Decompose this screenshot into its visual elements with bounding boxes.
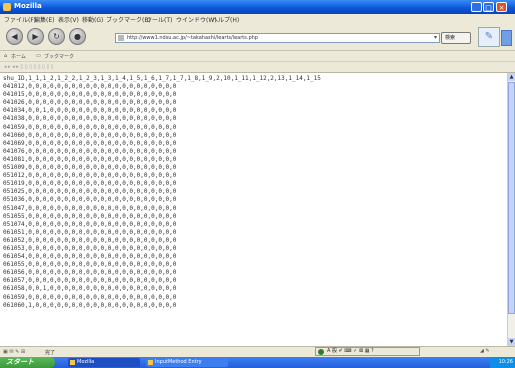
url-dropdown-icon[interactable]: ▾ xyxy=(434,34,437,41)
bookmark-icon: ▭ xyxy=(36,53,41,59)
scroll-thumb[interactable] xyxy=(508,82,515,314)
window-title: Mozilla xyxy=(14,2,42,10)
system-tray-clock[interactable]: 10:26 xyxy=(490,357,515,368)
taskbar-item-mozilla[interactable]: Mozilla xyxy=(68,358,140,367)
maximize-button[interactable]: □ xyxy=(483,2,494,12)
toolbar-icon-row: ◂ ▸ ◂ ▸ ▯ ▯ ▯ ▯ ▯ ▯ ▯ ▯ xyxy=(4,64,54,70)
ime-icon xyxy=(318,349,324,355)
page-content: shu_ID,1_1,1_2,1_2_2,1_2_3,1_3,1_4,1_5,1… xyxy=(0,73,507,346)
browser-window: Mozilla _ □ × ファイル(F) 編集(E) 表示(V) 移動(G) … xyxy=(0,0,515,368)
input-method-task-icon xyxy=(148,360,153,365)
title-bar[interactable]: Mozilla _ □ × xyxy=(0,0,515,14)
navigation-toolbar: ◀ ▶ ↻ ● http://www1.ndsu.ac.jp/~takahash… xyxy=(0,24,515,51)
forward-arrow-icon: ▶ xyxy=(32,32,39,41)
status-icons: ▣ ✉ ✎ ⊞ xyxy=(3,349,26,355)
vertical-scrollbar[interactable]: ▲ ▼ xyxy=(507,73,515,346)
stop-icon: ● xyxy=(74,32,81,41)
forward-button[interactable]: ▶ xyxy=(27,28,44,45)
bookmark-home[interactable]: ホーム xyxy=(11,53,26,60)
secondary-toolbar: ◂ ▸ ◂ ▸ ▯ ▯ ▯ ▯ ▯ ▯ ▯ ▯ xyxy=(0,62,515,73)
taskbar: スタート Mozilla InputMethod Entry 10:26 xyxy=(0,357,515,368)
start-button[interactable]: スタート xyxy=(0,357,55,368)
status-text: 完了 xyxy=(45,350,56,356)
ime-toolbar[interactable]: A 般 ✐ ⌨ ✓ ⊠ ▦ ? xyxy=(315,347,420,356)
home-icon[interactable]: ⌂ xyxy=(4,53,7,59)
menu-tools[interactable]: ツール(T) xyxy=(146,15,172,24)
ime-buttons: A 般 ✐ ⌨ ✓ ⊠ ▦ ? xyxy=(327,348,374,354)
menu-bar: ファイル(F) 編集(E) 表示(V) 移動(G) ブックマーク(B) ツール(… xyxy=(0,14,515,24)
page-favicon xyxy=(118,35,124,41)
scroll-up-arrow-icon[interactable]: ▲ xyxy=(508,73,515,81)
bookmarks-toolbar: ⌂ ホーム ▭ ブックマーク xyxy=(0,51,515,62)
search-button-label: 検索 xyxy=(445,35,456,41)
scroll-down-arrow-icon[interactable]: ▼ xyxy=(508,338,515,346)
menu-file[interactable]: ファイル(F) xyxy=(4,15,36,24)
sidebar-panel-icon[interactable] xyxy=(501,30,512,46)
reload-button[interactable]: ↻ xyxy=(48,28,65,45)
csv-text-output: shu_ID,1_1,1_2,1_2_2,1_2_3,1_3,1_4,1_5,1… xyxy=(3,75,321,309)
taskbar-item-label: InputMethod Entry xyxy=(155,359,202,365)
mozilla-throbber-icon[interactable]: ✎ xyxy=(478,27,500,47)
minimize-button[interactable]: _ xyxy=(471,2,482,12)
reload-icon: ↻ xyxy=(53,32,60,41)
taskbar-item-input-method[interactable]: InputMethod Entry xyxy=(146,358,228,367)
menu-go[interactable]: 移動(G) xyxy=(82,15,103,24)
menu-window[interactable]: ウインドウ(W) xyxy=(176,15,217,24)
mozilla-icon xyxy=(3,3,11,11)
mozilla-task-icon xyxy=(70,360,75,365)
menu-edit[interactable]: 編集(E) xyxy=(34,15,54,24)
security-icon: ◢ ✎ xyxy=(480,348,490,354)
menu-bookmarks[interactable]: ブックマーク(B) xyxy=(106,15,151,24)
stop-button[interactable]: ● xyxy=(69,28,86,45)
taskbar-item-label: Mozilla xyxy=(77,359,95,365)
search-button[interactable]: 検索 xyxy=(441,32,471,44)
menu-help[interactable]: ヘルプ(H) xyxy=(212,15,239,24)
bookmark-bookmarks[interactable]: ブックマーク xyxy=(44,53,74,60)
back-arrow-icon: ◀ xyxy=(11,32,18,41)
back-button[interactable]: ◀ xyxy=(6,28,23,45)
status-bar: ▣ ✉ ✎ ⊞ 完了 xyxy=(0,346,515,357)
url-text: http://www1.ndsu.ac.jp/~takahashi/learts… xyxy=(127,35,258,41)
close-button[interactable]: × xyxy=(496,2,507,12)
url-bar[interactable]: http://www1.ndsu.ac.jp/~takahashi/learts… xyxy=(115,33,440,43)
menu-view[interactable]: 表示(V) xyxy=(58,15,79,24)
